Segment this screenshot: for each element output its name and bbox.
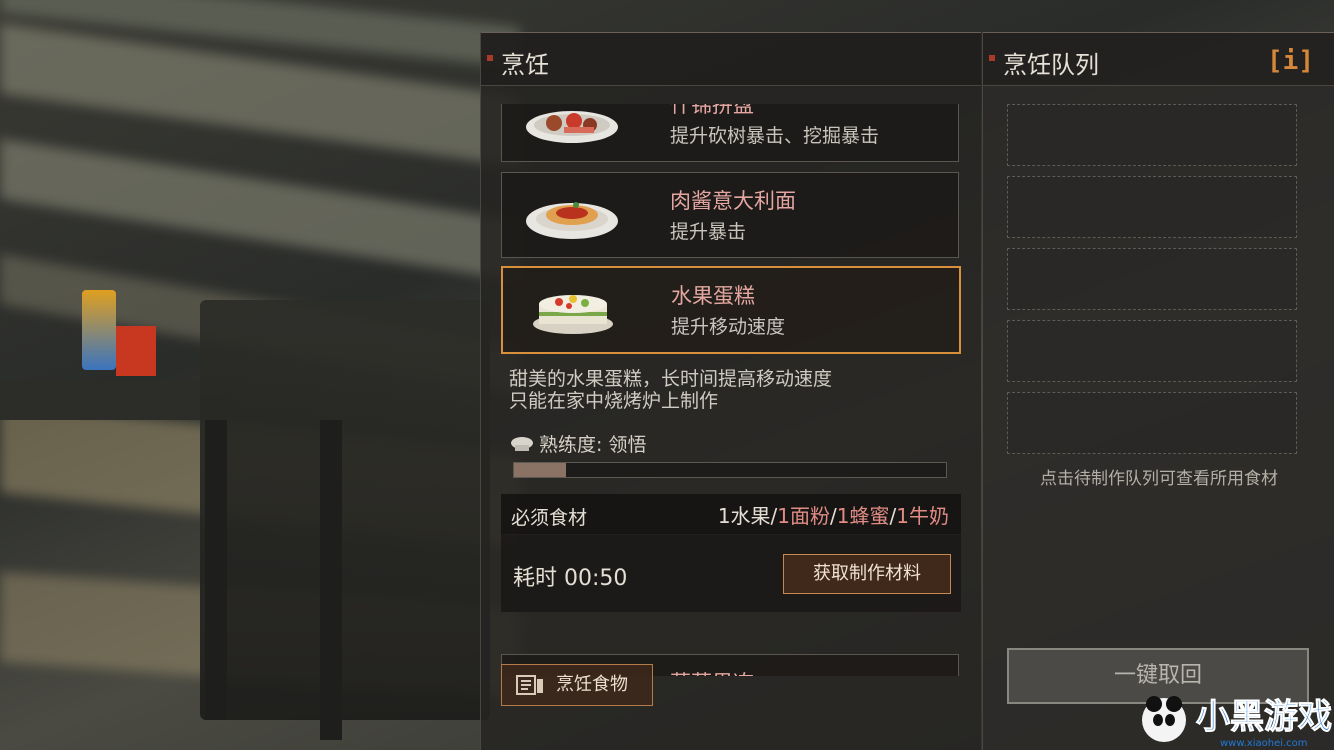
background-grill-leg [320,420,342,740]
ingredient-separator: / [830,504,837,528]
recipe-description: 甜美的水果蛋糕，长时间提高移动速度 只能在家中烧烤炉上制作 [509,368,832,412]
queue-slot[interactable] [1007,176,1297,238]
background-bottle [82,290,116,370]
queue-slot[interactable] [1007,320,1297,382]
cook-time: 耗时 00:50 [513,566,628,591]
recipe-effect: 提升移动速度 [671,316,786,338]
cooking-title: 烹饪 [501,51,549,79]
info-icon[interactable]: [i] [1267,46,1314,76]
info-glyph: i [1282,46,1299,76]
cook-food-button[interactable]: 烹饪食物 [501,664,653,706]
background-stripe [0,138,520,282]
platter-dish-icon [526,111,618,143]
queue-hint: 点击待制作队列可查看所用食材 [1040,469,1278,489]
header-marker [487,55,493,61]
ingredient-item: 1面粉 [777,504,831,528]
recipe-list[interactable]: 什锦拼盘 提升砍树暴击、挖掘暴击 肉酱意大利面 提升暴击 水果蛋糕 提升移动速度… [501,104,961,676]
cooking-queue-panel: 烹饪队列 [i] 点击待制作队列可查看所用食材 一键取回 [982,32,1334,750]
description-line: 只能在家中烧烤炉上制作 [509,390,719,412]
cooking-panel: 烹饪 什锦拼盘 提升砍树暴击、挖掘暴击 肉酱意大利面 提升暴击 水果蛋糕 提升移… [480,32,981,750]
recipe-effect: 提升暴击 [670,221,747,243]
time-row: 耗时 00:50 获取制作材料 [501,534,961,612]
ingredients-label: 必须食材 [511,507,588,529]
ingredients-list: 1水果/1面粉/1蜂蜜/1牛奶 [718,500,949,529]
background-grill-leg [205,420,227,720]
queue-slot[interactable] [1007,248,1297,310]
svg-text:小黑游戏: 小黑游戏 [1196,697,1332,737]
proficiency-progress-fill [514,463,566,477]
description-line: 甜美的水果蛋糕，长时间提高移动速度 [509,368,833,390]
background-box [116,326,156,376]
header-marker [989,55,995,61]
background-table [0,380,230,420]
proficiency-row: 熟练度: 领悟 [509,430,646,457]
background-grill [200,300,490,720]
recipe-effect: 提升砍树暴击、挖掘暴击 [670,125,880,147]
cook-food-label: 烹饪食物 [556,674,628,695]
ingredient-item: 1牛奶 [896,504,949,528]
get-materials-button[interactable]: 获取制作材料 [783,554,951,594]
recipe-name: 什锦拼盘 [670,104,754,117]
recipe-item-spaghetti[interactable]: 肉酱意大利面 提升暴击 [501,172,959,258]
fruit-cake-icon [533,295,613,334]
svg-text:www.xiaohei.com: www.xiaohei.com [1220,738,1308,749]
proficiency-label: 熟练度: 领悟 [539,434,647,456]
chef-hat-icon [511,437,533,451]
recipe-item-platter[interactable]: 什锦拼盘 提升砍树暴击、挖掘暴击 [501,104,959,162]
ingredient-item: 1水果 [717,504,771,528]
ingredients-row: 必须食材 1水果/1面粉/1蜂蜜/1牛奶 [501,494,961,535]
ingredient-item: 1蜂蜜 [836,504,890,528]
queue-slot[interactable] [1007,392,1297,454]
cooking-header: 烹饪 [481,32,981,86]
recipe-name: 肉酱意大利面 [670,189,796,213]
recipe-item-fruit-cake[interactable]: 水果蛋糕 提升移动速度 [501,266,961,354]
proficiency-progress-bar [513,462,947,478]
spaghetti-dish-icon [526,202,618,239]
queue-title: 烹饪队列 [1003,51,1099,79]
recipe-book-icon [516,675,543,695]
queue-slot[interactable] [1007,104,1297,166]
watermark-logo: 小黑游戏 www.xiaohei.com [1142,696,1333,749]
queue-header: 烹饪队列 [i] [983,32,1334,86]
recipe-name: 草莓果冻 [670,667,754,676]
recipe-name: 水果蛋糕 [671,284,755,308]
